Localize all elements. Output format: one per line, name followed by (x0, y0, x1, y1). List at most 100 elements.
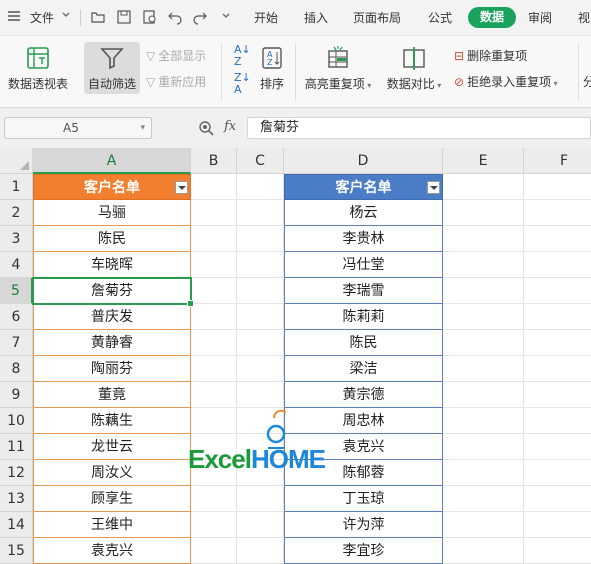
sort-button[interactable]: A Z 排序 (256, 45, 288, 92)
active-cell-selection[interactable] (32, 277, 194, 307)
reject-duplicates-icon: ⊘ (454, 75, 465, 89)
split-button[interactable]: 分 (583, 73, 591, 90)
table-d-cell[interactable]: 陈民 (284, 330, 443, 356)
table-a-cell[interactable]: 陶丽芬 (33, 356, 191, 382)
row-header-14[interactable]: 14 (0, 512, 33, 538)
table-a-cell[interactable]: 黄静睿 (33, 330, 191, 356)
table-a-cell[interactable]: 王维中 (33, 512, 191, 538)
reject-duplicates-button[interactable]: ⊘ 拒绝录入重复项 ▾ (454, 73, 558, 90)
row-header-5[interactable]: 5 (0, 278, 33, 304)
tab-insert[interactable]: 插入 (304, 9, 328, 26)
row-header-8[interactable]: 8 (0, 356, 33, 382)
tab-formulas[interactable]: 公式 (428, 9, 452, 26)
table-d-cell[interactable]: 李贵林 (284, 226, 443, 252)
open-folder-icon[interactable] (90, 9, 106, 25)
tab-review[interactable]: 审阅 (528, 9, 552, 26)
row-header-3[interactable]: 3 (0, 226, 33, 252)
row-header-10[interactable]: 10 (0, 408, 33, 434)
table-d-cell[interactable]: 杨云 (284, 200, 443, 226)
name-box[interactable]: A5 ▾ (4, 117, 152, 139)
column-header-e[interactable]: E (443, 148, 524, 174)
row-header-11[interactable]: 11 (0, 434, 33, 460)
data-compare-button[interactable]: 数据对比 ▾ (382, 45, 446, 92)
table-d-cell[interactable]: 冯仕堂 (284, 252, 443, 278)
print-preview-icon[interactable] (142, 9, 158, 25)
table-d-cell[interactable]: 黄宗德 (284, 382, 443, 408)
table-a-cell[interactable]: 陈民 (33, 226, 191, 252)
row-header-4[interactable]: 4 (0, 252, 33, 278)
show-all-button[interactable]: ▽ 全部显示 (146, 47, 206, 64)
table-a-cell[interactable]: 龙世云 (33, 434, 191, 460)
filter-dropdown-icon[interactable] (427, 181, 440, 194)
undo-icon[interactable] (167, 9, 183, 25)
table-d-cell[interactable]: 陈莉莉 (284, 304, 443, 330)
table-a-cell[interactable]: 袁克兴 (33, 538, 191, 564)
divider (578, 44, 579, 100)
tab-view[interactable]: 视 (578, 9, 590, 26)
row-header-15[interactable]: 15 (0, 538, 33, 564)
row-header-1[interactable]: 1 (0, 174, 33, 200)
table-d-cell[interactable]: 梁洁 (284, 356, 443, 382)
row-header-7[interactable]: 7 (0, 330, 33, 356)
row-header-12[interactable]: 12 (0, 460, 33, 486)
table-a-cell[interactable]: 陈藕生 (33, 408, 191, 434)
sort-desc-button[interactable]: Z↓ A (234, 72, 251, 96)
highlight-duplicates-button[interactable]: 高亮重复项 ▾ (302, 45, 374, 92)
select-all-corner[interactable] (0, 148, 33, 174)
autofilter-button[interactable]: 自动筛选 (84, 45, 140, 92)
table-d-cell[interactable]: 许为萍 (284, 512, 443, 538)
fx-icon[interactable]: fx (224, 119, 236, 134)
table-a-cell[interactable]: 顾享生 (33, 486, 191, 512)
filter-dropdown-icon[interactable] (175, 181, 188, 194)
table-a-cell[interactable]: 周汝义 (33, 460, 191, 486)
save-icon[interactable] (116, 9, 132, 25)
pivot-table-icon (27, 47, 49, 69)
hamburger-icon[interactable] (6, 9, 22, 25)
table-d-header[interactable]: 客户名单 (284, 174, 443, 200)
column-header-b[interactable]: B (191, 148, 237, 174)
column-header-a[interactable]: A (33, 148, 191, 174)
spreadsheet-grid[interactable]: A B C D E F 1 2 3 4 5 6 7 8 9 10 11 12 13 14 15 客户名单 客… (0, 148, 591, 564)
autofilter-label: 自动筛选 (87, 77, 136, 91)
column-header-f[interactable]: F (524, 148, 591, 174)
table-a-cell[interactable]: 普庆发 (33, 304, 191, 330)
customize-toolbar-icon[interactable] (218, 9, 234, 25)
pivot-table-label: 数据透视表 (7, 77, 68, 91)
table-d-cell[interactable]: 丁玉琼 (284, 486, 443, 512)
row-header-2[interactable]: 2 (0, 200, 33, 226)
pivot-table-button[interactable]: 数据透视表 (6, 45, 70, 92)
show-all-label: 全部显示 (158, 49, 207, 63)
dropdown-arrow-icon: ▾ (364, 81, 372, 90)
tab-page-layout[interactable]: 页面布局 (353, 9, 401, 26)
reject-duplicates-label: 拒绝录入重复项 (467, 75, 552, 89)
table-a-header[interactable]: 客户名单 (33, 174, 191, 200)
reapply-button[interactable]: ▽ 重新应用 (146, 73, 206, 90)
divider (295, 44, 296, 100)
table-a-header-label: 客户名单 (84, 180, 140, 196)
table-a-cell[interactable]: 马骊 (33, 200, 191, 226)
dropdown-arrow-icon: ▾ (551, 79, 558, 88)
row-header-13[interactable]: 13 (0, 486, 33, 512)
table-d-cell[interactable]: 李瑞雪 (284, 278, 443, 304)
tab-home[interactable]: 开始 (254, 9, 278, 26)
table-a-cell[interactable]: 车晓晖 (33, 252, 191, 278)
table-d-cell[interactable]: 李宜珍 (284, 538, 443, 564)
data-compare-icon (403, 47, 425, 70)
row-header-9[interactable]: 9 (0, 382, 33, 408)
svg-text:Z: Z (267, 58, 273, 67)
row-header-6[interactable]: 6 (0, 304, 33, 330)
formula-input[interactable]: 詹菊芬 (247, 117, 591, 139)
sort-asc-button[interactable]: A↓ Z (234, 44, 251, 68)
redo-icon[interactable] (192, 9, 208, 25)
remove-duplicates-button[interactable]: ⊟ 删除重复项 (454, 47, 527, 64)
tab-data[interactable]: 数据 (468, 7, 517, 28)
table-a-cell[interactable]: 董竟 (33, 382, 191, 408)
data-compare-label: 数据对比 (386, 77, 435, 91)
zoom-icon[interactable] (198, 120, 214, 136)
name-box-dropdown-icon[interactable]: ▾ (140, 118, 145, 138)
column-header-d[interactable]: D (284, 148, 443, 174)
file-menu[interactable]: 文件 (30, 9, 54, 26)
column-header-c[interactable]: C (237, 148, 284, 174)
reapply-icon: ▽ (146, 75, 156, 89)
chevron-down-icon[interactable] (58, 9, 74, 25)
